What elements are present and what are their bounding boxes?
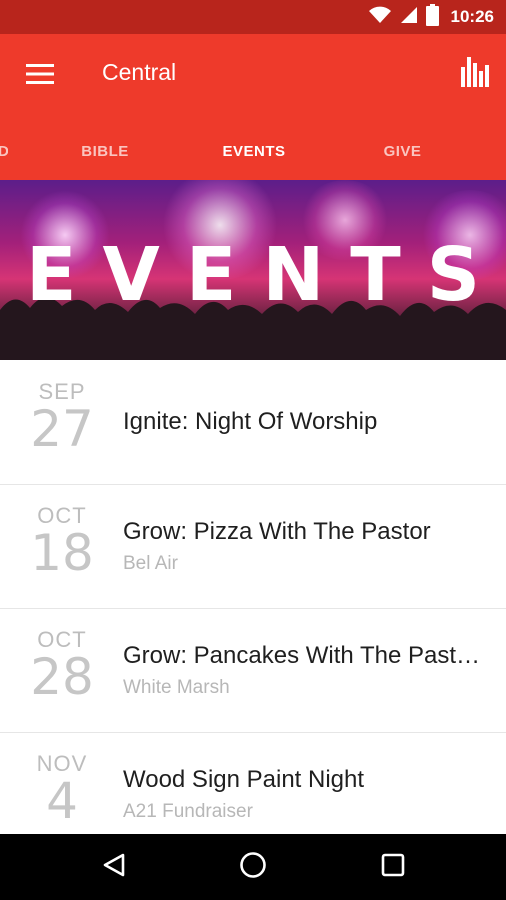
event-title: Ignite: Night Of Worship	[123, 408, 378, 435]
event-date: OCT 18	[18, 504, 106, 582]
signal-icon	[400, 6, 418, 29]
back-button[interactable]	[94, 847, 134, 887]
event-date: NOV 4	[18, 752, 106, 830]
tab-partial[interactable]: D	[0, 122, 8, 180]
system-nav-bar	[0, 834, 506, 900]
event-title: Wood Sign Paint Night	[123, 766, 365, 793]
event-day: 27	[30, 400, 94, 458]
event-date: OCT 28	[18, 628, 106, 706]
back-icon	[101, 852, 127, 883]
event-subtitle: A21 Fundraiser	[123, 801, 253, 822]
bar-chart-icon	[461, 56, 489, 92]
home-icon	[239, 851, 267, 884]
tab-label: D	[0, 142, 8, 160]
tab-give[interactable]: GIVE	[340, 122, 465, 180]
event-row[interactable]: OCT 18 Grow: Pizza With The Pastor Bel A…	[0, 484, 506, 609]
event-title: Grow: Pizza With The Pastor	[123, 518, 431, 545]
tab-label: BIBLE	[81, 142, 129, 160]
event-day: 28	[30, 648, 94, 706]
status-time: 10:26	[450, 7, 494, 26]
hero-title: EVENTS	[26, 232, 506, 318]
event-row[interactable]: OCT 28 Grow: Pancakes With The Past… Whi…	[0, 608, 506, 733]
tab-bible[interactable]: BIBLE	[40, 122, 170, 180]
battery-icon	[425, 3, 439, 31]
event-title: Grow: Pancakes With The Past…	[123, 642, 481, 669]
hamburger-menu-icon	[26, 63, 54, 89]
wifi-icon	[368, 5, 392, 30]
tab-bar: D BIBLE EVENTS GIVE	[0, 122, 506, 268]
home-button[interactable]	[233, 847, 273, 887]
event-row[interactable]: SEP 27 Ignite: Night Of Worship	[0, 360, 506, 485]
app-bar: Central D BIBLE EVENTS GIVE	[0, 34, 506, 268]
event-location: White Marsh	[123, 677, 230, 698]
tab-events[interactable]: EVENTS	[179, 122, 329, 180]
event-day: 18	[30, 524, 94, 582]
events-list: SEP 27 Ignite: Night Of Worship OCT 18 G…	[0, 360, 506, 834]
app-title: Central	[102, 59, 177, 85]
event-date: SEP 27	[18, 380, 106, 458]
tab-label: GIVE	[383, 142, 422, 160]
status-bar: 10:26	[0, 0, 506, 34]
event-day: 4	[46, 772, 78, 830]
stats-button[interactable]	[458, 54, 492, 94]
tab-label: EVENTS	[222, 142, 286, 160]
event-location: Bel Air	[123, 553, 178, 574]
status-icons: 10:26	[368, 0, 494, 34]
menu-button[interactable]	[18, 56, 62, 96]
events-hero-banner: EVENTS	[0, 180, 506, 360]
event-row[interactable]: NOV 4 Wood Sign Paint Night A21 Fundrais…	[0, 732, 506, 834]
recents-icon	[381, 853, 405, 882]
recents-button[interactable]	[373, 847, 413, 887]
